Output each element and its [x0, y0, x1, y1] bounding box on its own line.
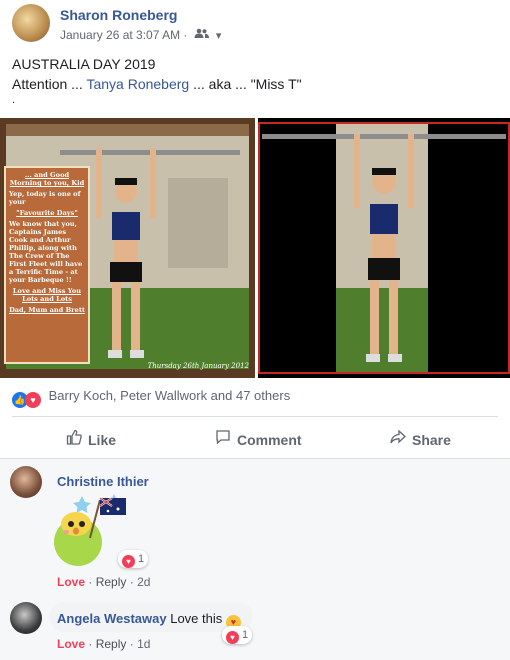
commenter-avatar[interactable]	[10, 602, 42, 634]
friends-icon[interactable]	[194, 28, 213, 42]
comment-text: Love this	[170, 611, 223, 626]
comments-section: Christine Ithier ♥ 1 Love · Reply · 2d An…	[0, 458, 510, 660]
love-icon: ♥	[25, 392, 41, 408]
post-text-line2: Attention ... Tanya Roneberg ... aka ...…	[12, 76, 302, 92]
post-text-line1: AUSTRALIA DAY 2019	[12, 56, 156, 72]
post-photos: ... and Good Morning to you, Kid Yep, to…	[0, 118, 510, 378]
love-icon: ♥	[226, 631, 239, 644]
author-name[interactable]: Sharon Roneberg	[60, 7, 177, 23]
mention-link[interactable]: Tanya Roneberg	[86, 76, 189, 92]
divider	[0, 458, 510, 459]
love-icon: ♥	[122, 555, 135, 568]
photo-date-caption: Thursday 26th January 2012	[147, 362, 249, 370]
photo-note: ... and Good Morning to you, Kid Yep, to…	[4, 166, 90, 364]
comment-button[interactable]: Comment	[215, 429, 302, 449]
divider	[12, 416, 498, 417]
comment-reaction-count[interactable]: ♥ 1	[118, 550, 149, 568]
like-button[interactable]: Like	[66, 429, 116, 449]
author-avatar[interactable]	[12, 4, 50, 42]
commenter-avatar[interactable]	[10, 466, 42, 498]
photo-1[interactable]: ... and Good Morning to you, Kid Yep, to…	[0, 118, 255, 378]
chevron-down-icon[interactable]: ▾	[216, 30, 222, 42]
reaction-names[interactable]: Barry Koch, Peter Wallwork and 47 others	[49, 388, 291, 403]
post-meta: January 26 at 3:07 AM · ▾	[60, 28, 222, 42]
photo-2[interactable]	[258, 118, 510, 378]
comment-icon	[215, 429, 231, 449]
comment-actions: Love · Reply · 2d	[57, 575, 151, 589]
reply-link[interactable]: Reply	[96, 575, 127, 589]
commenter-name: Angela Westaway Love this ♥	[57, 611, 241, 630]
love-link[interactable]: Love	[57, 637, 85, 651]
action-bar: Like Comment Share	[12, 424, 498, 452]
australia-bird-sticker	[54, 494, 126, 566]
post-text-line3: .	[12, 94, 16, 106]
reaction-summary[interactable]: 👍 ♥ Barry Koch, Peter Wallwork and 47 oth…	[12, 388, 290, 408]
commenter-name[interactable]: Christine Ithier	[57, 474, 149, 489]
post-text: AUSTRALIA DAY 2019 Attention ... Tanya R…	[12, 54, 302, 106]
comment-reaction-count[interactable]: ♥ 1	[222, 626, 253, 644]
comment-actions: Love · Reply · 1d	[57, 637, 151, 651]
love-link[interactable]: Love	[57, 575, 85, 589]
reply-link[interactable]: Reply	[96, 637, 127, 651]
athlete-figure	[96, 148, 156, 358]
post-timestamp[interactable]: January 26 at 3:07 AM	[60, 28, 180, 42]
thumbs-up-icon	[66, 429, 82, 449]
share-button[interactable]: Share	[390, 429, 451, 449]
share-icon	[390, 429, 406, 449]
athlete-figure-closeup	[354, 134, 414, 362]
comment-time[interactable]: 1d	[137, 637, 150, 651]
comment-time[interactable]: 2d	[137, 575, 150, 589]
